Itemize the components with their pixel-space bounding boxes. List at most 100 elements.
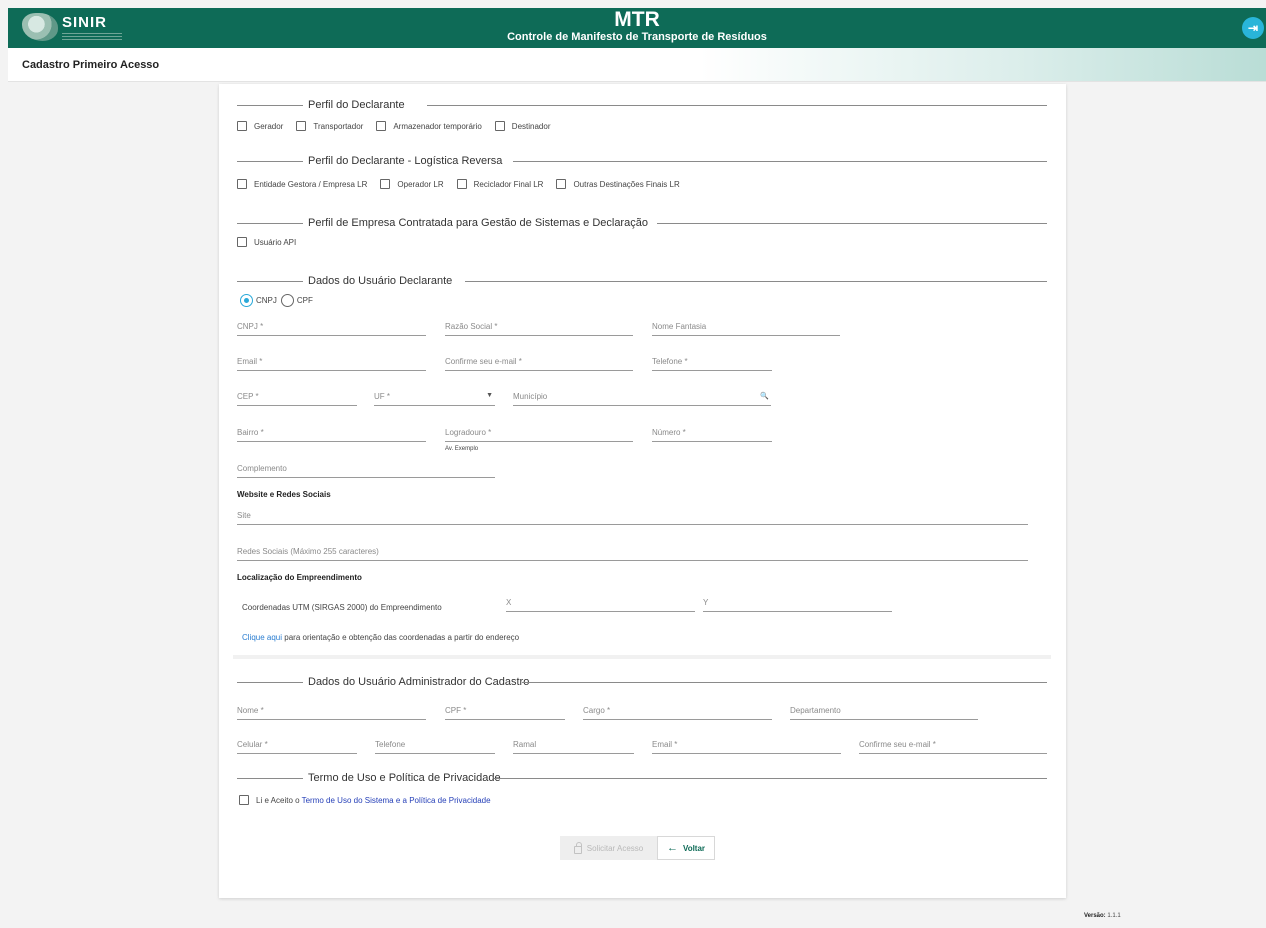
- email-input[interactable]: Email *: [237, 355, 426, 371]
- admin-telefone-input[interactable]: Telefone: [375, 738, 495, 754]
- voltar-button[interactable]: ← Voltar: [657, 836, 715, 860]
- checkbox-label: Outras Destinações Finais LR: [573, 179, 680, 189]
- admin-confirm-email-input[interactable]: Confirme seu e-mail *: [859, 738, 1047, 754]
- site-placeholder: Site: [237, 511, 251, 520]
- admin-confirm-email-placeholder: Confirme seu e-mail *: [859, 740, 936, 749]
- checkbox-label: Armazenador temporário: [393, 121, 482, 131]
- checkbox-outras-lr[interactable]: Outras Destinações Finais LR: [556, 179, 680, 189]
- admin-cpf-input[interactable]: CPF *: [445, 704, 565, 720]
- checkbox-label: Destinador: [511, 121, 551, 131]
- legend-perfil: Perfil do Declarante: [237, 98, 1047, 112]
- checkbox-box[interactable]: [237, 179, 247, 189]
- version-number: 1.1.1: [1107, 913, 1121, 919]
- bairro-input[interactable]: Bairro *: [237, 426, 426, 442]
- complemento-input[interactable]: Complemento: [237, 462, 495, 478]
- checkbox-box[interactable]: [237, 121, 247, 131]
- email-placeholder: Email *: [237, 357, 263, 366]
- confirm-email-input[interactable]: Confirme seu e-mail *: [445, 355, 633, 371]
- radio-cnpj[interactable]: [240, 294, 253, 307]
- admin-nome-input[interactable]: Nome *: [237, 704, 426, 720]
- admin-email-placeholder: Email *: [652, 740, 678, 749]
- checkbox-destinador[interactable]: Destinador: [494, 121, 551, 131]
- dropdown-arrow-icon: ▼: [486, 392, 493, 399]
- coords-help-rest: para orientação e obtenção das coordenad…: [282, 633, 520, 642]
- app-title-block: MTR Controle de Manifesto de Transporte …: [8, 9, 1266, 44]
- admin-nome-placeholder: Nome *: [237, 706, 264, 715]
- numero-input[interactable]: Número *: [652, 426, 772, 442]
- admin-celular-input[interactable]: Celular *: [237, 738, 357, 754]
- legend-reversa-text: Perfil do Declarante - Logística Reversa: [308, 155, 503, 167]
- termo-accept: Li e Aceito o Termo de Uso do Sistema e …: [239, 795, 491, 805]
- legend-declarante-text: Dados do Usuário Declarante: [308, 275, 453, 287]
- exit-button[interactable]: ⇥: [1242, 17, 1264, 39]
- document-type-radio-group: CNPJ CPF: [240, 294, 313, 307]
- checkbox-box[interactable]: [456, 179, 467, 189]
- termo-link[interactable]: Termo de Uso do Sistema e a Política de …: [302, 796, 491, 805]
- coord-x-placeholder: X: [506, 598, 512, 607]
- coord-y-input[interactable]: Y: [703, 596, 892, 612]
- admin-email-input[interactable]: Email *: [652, 738, 841, 754]
- redes-sociais-input[interactable]: Redes Sociais (Máximo 255 caracteres): [237, 545, 1028, 561]
- uf-placeholder: UF *: [374, 392, 390, 401]
- admin-cpf-placeholder: CPF *: [445, 706, 467, 715]
- checkbox-label: Operador LR: [397, 179, 444, 189]
- legend-admin-text: Dados do Usuário Administrador do Cadast…: [308, 676, 530, 688]
- checkbox-entidade-gestora[interactable]: Entidade Gestora / Empresa LR: [237, 179, 367, 189]
- municipio-input[interactable]: Município 🔍: [513, 390, 771, 406]
- nome-fantasia-input[interactable]: Nome Fantasia: [652, 320, 840, 336]
- checkbox-box[interactable]: [380, 179, 391, 189]
- admin-departamento-input[interactable]: Departamento: [790, 704, 978, 720]
- razao-social-input[interactable]: Razão Social *: [445, 320, 633, 336]
- razao-social-placeholder: Razão Social *: [445, 322, 498, 331]
- admin-ramal-input[interactable]: Ramal: [513, 738, 634, 754]
- exit-icon: ⇥: [1247, 21, 1259, 35]
- termo-prefix: Li e Aceito o: [256, 795, 300, 805]
- solicitar-acesso-button[interactable]: Solicitar Acesso: [560, 836, 657, 860]
- checkbox-transportador[interactable]: Transportador: [296, 121, 363, 131]
- cep-input[interactable]: CEP *: [237, 390, 357, 406]
- coords-help-link[interactable]: Clique aqui: [242, 633, 282, 642]
- checkbox-reciclador-lr[interactable]: Reciclador Final LR: [456, 179, 543, 189]
- checkbox-box[interactable]: [556, 179, 567, 189]
- legend-contratada: Perfil de Empresa Contratada para Gestão…: [237, 216, 1047, 230]
- legend-admin: Dados do Usuário Administrador do Cadast…: [237, 675, 1047, 689]
- site-input[interactable]: Site: [237, 509, 1028, 525]
- app-title: MTR: [614, 8, 660, 31]
- legend-perfil-text: Perfil do Declarante: [308, 99, 405, 111]
- version-info: Versão: 1.1.1: [1084, 913, 1121, 919]
- solicitar-acesso-label: Solicitar Acesso: [586, 843, 644, 853]
- cnpj-input[interactable]: CNPJ *: [237, 320, 426, 336]
- search-icon[interactable]: 🔍: [760, 392, 769, 400]
- checkbox-box[interactable]: [376, 121, 387, 131]
- checkbox-operador-lr[interactable]: Operador LR: [380, 179, 444, 189]
- municipio-placeholder: Município: [513, 392, 548, 401]
- checkbox-label: Gerador: [254, 121, 284, 131]
- top-header: SINIR MTR Controle de Manifesto de Trans…: [8, 8, 1266, 48]
- logradouro-placeholder: Logradouro *: [445, 428, 492, 437]
- cnpj-placeholder: CNPJ *: [237, 322, 264, 331]
- coord-x-input[interactable]: X: [506, 596, 695, 612]
- logradouro-input[interactable]: Logradouro *: [445, 426, 633, 442]
- numero-placeholder: Número *: [652, 428, 686, 437]
- redes-sociais-placeholder: Redes Sociais (Máximo 255 caracteres): [237, 547, 379, 556]
- coord-y-placeholder: Y: [703, 598, 709, 607]
- admin-departamento-placeholder: Departamento: [790, 706, 841, 715]
- page-title: Cadastro Primeiro Acesso: [22, 59, 160, 71]
- checkbox-box[interactable]: [494, 121, 505, 131]
- arrow-left-icon: ←: [666, 841, 678, 854]
- coords-help-text: Clique aqui para orientação e obtenção d…: [242, 633, 519, 642]
- checkbox-usuario-api[interactable]: Usuário API: [237, 237, 296, 247]
- termo-checkbox[interactable]: [239, 795, 249, 805]
- legend-declarante: Dados do Usuário Declarante: [237, 274, 1047, 288]
- checkbox-box[interactable]: [296, 121, 307, 131]
- checkbox-box[interactable]: [237, 237, 247, 247]
- checkbox-armazenador[interactable]: Armazenador temporário: [376, 121, 482, 131]
- contratada-options: Usuário API: [237, 237, 309, 247]
- admin-cargo-input[interactable]: Cargo *: [583, 704, 772, 720]
- uf-select[interactable]: UF * ▼: [374, 390, 495, 406]
- checkbox-label: Entidade Gestora / Empresa LR: [254, 179, 368, 189]
- radio-cpf[interactable]: [280, 294, 294, 307]
- bairro-placeholder: Bairro *: [237, 428, 264, 437]
- checkbox-gerador[interactable]: Gerador: [237, 121, 283, 131]
- telefone-input[interactable]: Telefone *: [652, 355, 772, 371]
